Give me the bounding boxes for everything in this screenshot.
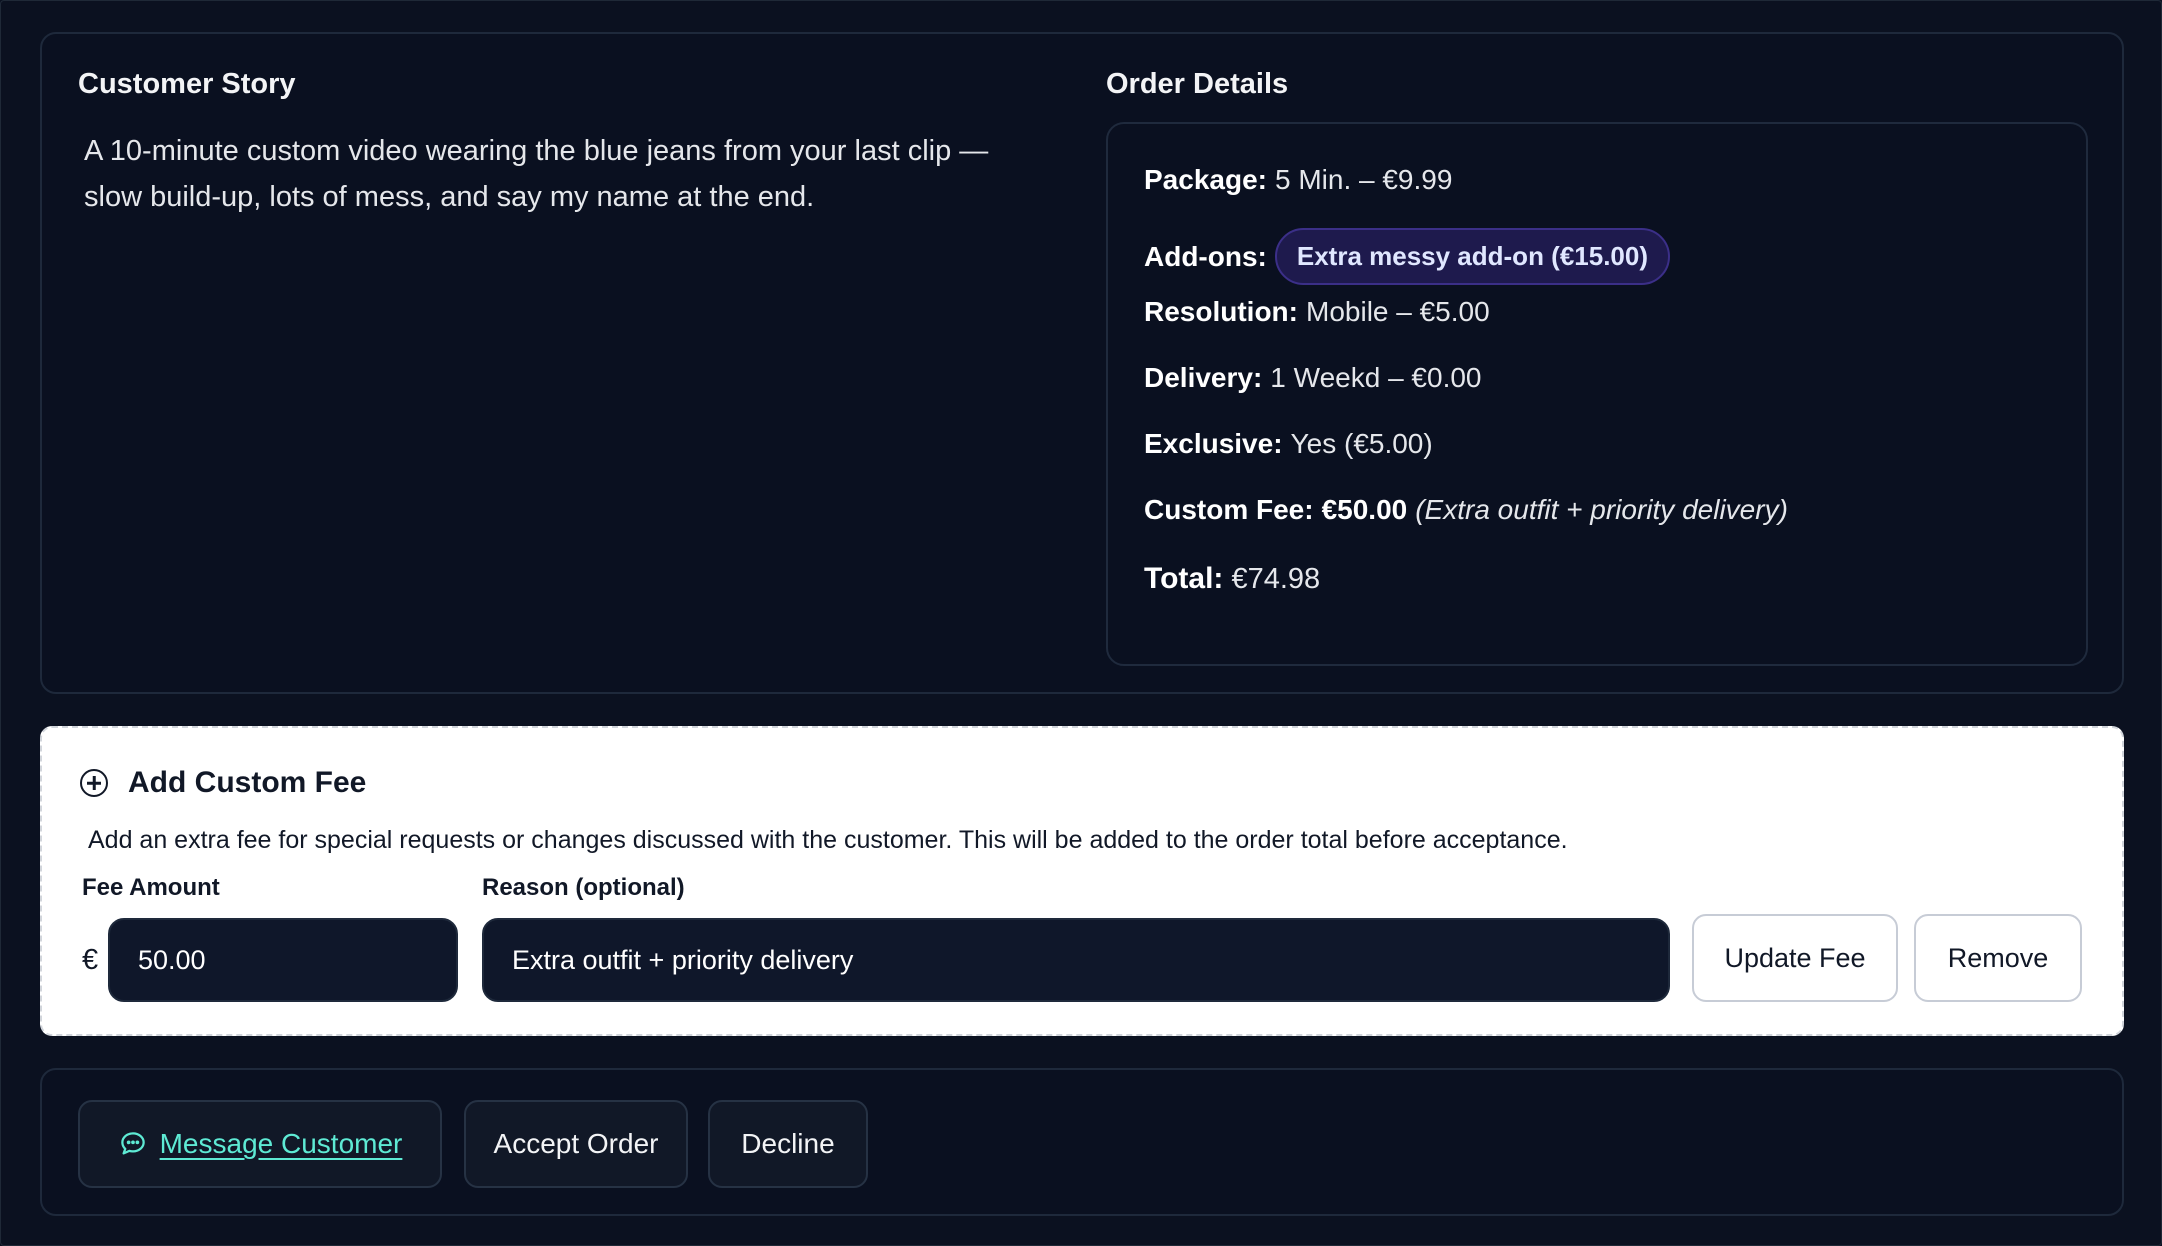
fee-amount-input[interactable] bbox=[108, 918, 458, 1002]
order-details-title: Order Details bbox=[1106, 68, 1289, 100]
resolution-value: Mobile – €5.00 bbox=[1306, 296, 1490, 327]
addons-row: Add-ons: Extra messy add-on (€15.00) bbox=[1144, 228, 1671, 285]
resolution-label: Resolution: bbox=[1144, 296, 1298, 327]
custom-fee-row: Custom Fee: €50.00 (Extra outfit + prior… bbox=[1144, 494, 1788, 526]
custom-fee-label: Custom Fee: bbox=[1144, 494, 1314, 525]
custom-fee-description: Add an extra fee for special requests or… bbox=[88, 826, 1568, 854]
delivery-value: 1 Weekd – €0.00 bbox=[1270, 362, 1482, 393]
customer-story-title: Customer Story bbox=[78, 68, 296, 100]
remove-fee-button[interactable]: Remove bbox=[1914, 914, 2082, 1002]
delivery-row: Delivery: 1 Weekd – €0.00 bbox=[1144, 362, 1482, 394]
total-row: Total: €74.98 bbox=[1144, 562, 1320, 596]
exclusive-label: Exclusive: bbox=[1144, 428, 1283, 459]
package-row: Package: 5 Min. – €9.99 bbox=[1144, 164, 1452, 196]
addon-badge: Extra messy add-on (€15.00) bbox=[1274, 228, 1671, 285]
resolution-row: Resolution: Mobile – €5.00 bbox=[1144, 296, 1490, 328]
accept-order-button[interactable]: Accept Order bbox=[464, 1100, 688, 1188]
package-value: 5 Min. – €9.99 bbox=[1274, 164, 1453, 195]
addons-label: Add-ons: bbox=[1144, 240, 1267, 272]
currency-symbol: € bbox=[82, 944, 99, 976]
customer-story-text: A 10-minute custom video wearing the blu… bbox=[84, 135, 989, 213]
exclusive-value: Yes (€5.00) bbox=[1290, 428, 1433, 459]
custom-fee-title: Add Custom Fee bbox=[128, 766, 367, 799]
fee-reason-label: Reason (optional) bbox=[482, 874, 685, 901]
total-label: Total: bbox=[1144, 562, 1224, 595]
custom-fee-value: €50.00 bbox=[1321, 494, 1408, 525]
update-fee-button[interactable]: Update Fee bbox=[1692, 914, 1898, 1002]
message-customer-label: Message Customer bbox=[159, 1128, 403, 1159]
fee-amount-label: Fee Amount bbox=[82, 874, 220, 901]
order-summary-panel: Customer Story A 10-minute custom video … bbox=[40, 32, 2124, 694]
chat-bubble-icon bbox=[118, 1129, 148, 1159]
plus-circle-icon bbox=[80, 769, 108, 797]
exclusive-row: Exclusive: Yes (€5.00) bbox=[1144, 428, 1433, 460]
fee-reason-input[interactable] bbox=[482, 918, 1670, 1002]
package-label: Package: bbox=[1144, 164, 1267, 195]
order-actions-panel: Message Customer Accept Order Decline bbox=[40, 1068, 2124, 1216]
order-details-box: Package: 5 Min. – €9.99 Add-ons: Extra m… bbox=[1106, 122, 2088, 666]
add-custom-fee-panel: Add Custom Fee Add an extra fee for spec… bbox=[40, 726, 2124, 1036]
custom-fee-header: Add Custom Fee bbox=[80, 766, 366, 800]
message-customer-button[interactable]: Message Customer bbox=[78, 1100, 442, 1188]
decline-button[interactable]: Decline bbox=[708, 1100, 868, 1188]
delivery-label: Delivery: bbox=[1144, 362, 1263, 393]
total-value: €74.98 bbox=[1231, 562, 1321, 595]
custom-fee-note: (Extra outfit + priority delivery) bbox=[1415, 494, 1788, 525]
